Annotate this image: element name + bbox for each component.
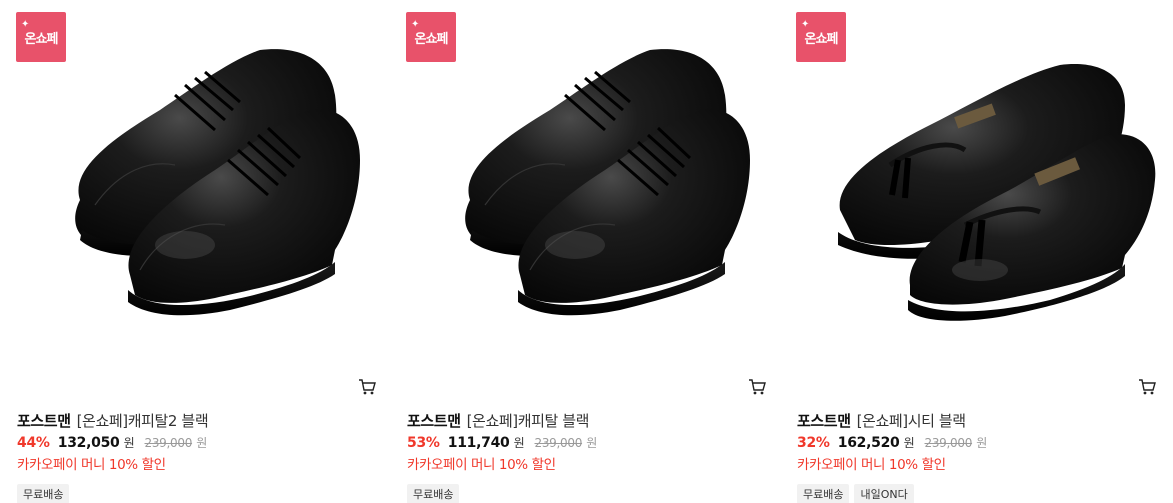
promo-text: 카카오페이 머니 10% 할인 (17, 457, 166, 473)
next-day-delivery-tag: 내일ON다 (854, 484, 914, 503)
cart-icon[interactable] (1138, 378, 1156, 396)
tag-list: 무료배송 내일ON다 (797, 484, 914, 503)
tag-list: 무료배송 (17, 484, 70, 503)
discount-rate: 44% (17, 435, 50, 451)
free-shipping-tag: 무료배송 (797, 484, 850, 503)
product-card[interactable]: ✦ 온쇼페 포스트맨 [온쇼페]캐피탈2 블랙 44% 132,050 원 239… (0, 0, 390, 503)
promo-text: 카카오페이 머니 10% 할인 (407, 457, 556, 473)
product-title[interactable]: 포스트맨 [온쇼페]캐피탈 블랙 (407, 410, 769, 431)
product-title[interactable]: 포스트맨 [온쇼페]시티 블랙 (797, 410, 1159, 431)
sale-unit: 원 (123, 436, 135, 450)
sparkle-icon: ✦ (411, 19, 419, 30)
original-price: 239,000 (534, 436, 583, 450)
badge-label: 온쇼페 (414, 31, 449, 47)
discount-rate: 32% (797, 435, 830, 451)
badge-label: 온쇼페 (24, 31, 59, 47)
sparkle-icon: ✦ (801, 19, 809, 30)
price-row: 44% 132,050 원 239,000 원 (17, 434, 207, 451)
original-price: 239,000 (924, 436, 973, 450)
brand-name: 포스트맨 (407, 412, 461, 430)
badge-label: 온쇼페 (804, 31, 839, 47)
original-price: 239,000 (144, 436, 193, 450)
onshope-badge: ✦ 온쇼페 (16, 12, 66, 62)
sale-unit: 원 (903, 436, 915, 450)
brand-name: 포스트맨 (17, 412, 71, 430)
product-grid: ✦ 온쇼페 포스트맨 [온쇼페]캐피탈2 블랙 44% 132,050 원 239… (0, 0, 1173, 503)
sale-price: 162,520 (837, 435, 900, 451)
product-title[interactable]: 포스트맨 [온쇼페]캐피탈2 블랙 (17, 410, 379, 431)
price-row: 32% 162,520 원 239,000 원 (797, 434, 987, 451)
product-image[interactable]: ✦ 온쇼페 (0, 0, 390, 370)
tag-list: 무료배송 (407, 484, 460, 503)
product-card[interactable]: ✦ 온쇼페 포스트맨 [온쇼페]캐피탈 블랙 53% 111,740 원 239,… (390, 0, 780, 503)
brand-name: 포스트맨 (797, 412, 851, 430)
onshope-badge: ✦ 온쇼페 (796, 12, 846, 62)
cart-icon[interactable] (748, 378, 766, 396)
free-shipping-tag: 무료배송 (17, 484, 70, 503)
onshope-badge: ✦ 온쇼페 (406, 12, 456, 62)
sparkle-icon: ✦ (21, 19, 29, 30)
discount-rate: 53% (407, 435, 440, 451)
promo-text: 카카오페이 머니 10% 할인 (797, 457, 946, 473)
original-unit: 원 (196, 436, 207, 450)
product-image[interactable]: ✦ 온쇼페 (780, 0, 1170, 370)
product-name: [온쇼페]캐피탈 블랙 (466, 412, 590, 430)
original-unit: 원 (586, 436, 597, 450)
sale-price: 132,050 (57, 435, 120, 451)
cart-icon[interactable] (358, 378, 376, 396)
price-row: 53% 111,740 원 239,000 원 (407, 434, 597, 451)
product-image[interactable]: ✦ 온쇼페 (390, 0, 780, 370)
original-unit: 원 (976, 436, 987, 450)
product-card[interactable]: ✦ 온쇼페 포스트맨 [온쇼페]시티 블랙 32% 162,520 원 239,0… (780, 0, 1170, 503)
free-shipping-tag: 무료배송 (407, 484, 460, 503)
sale-unit: 원 (513, 436, 525, 450)
product-name: [온쇼페]시티 블랙 (856, 412, 966, 430)
product-name: [온쇼페]캐피탈2 블랙 (76, 412, 209, 430)
sale-price: 111,740 (447, 435, 510, 451)
